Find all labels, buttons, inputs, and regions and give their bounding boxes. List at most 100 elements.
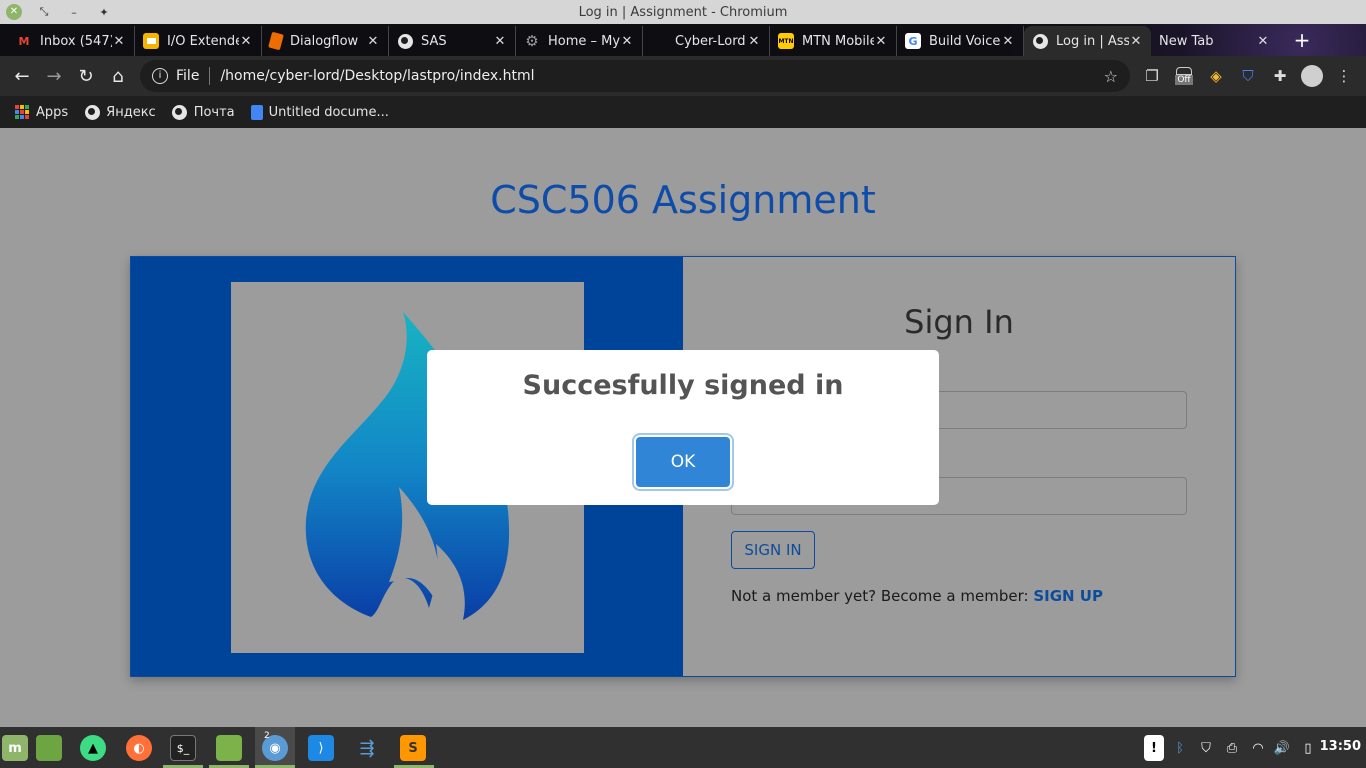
home-button[interactable]: ⌂ xyxy=(102,60,134,92)
bookmarks-bar: Apps Яндекс Почта Untitled docume... xyxy=(0,96,1366,128)
apps-grid-icon xyxy=(14,104,30,120)
tab-mtn[interactable]: MTN MTN Mobile ✕ xyxy=(770,26,897,56)
update-shield-icon[interactable]: ⛉ xyxy=(1196,735,1216,761)
close-tab-icon[interactable]: ✕ xyxy=(620,34,634,49)
globe-icon xyxy=(172,104,188,120)
taskbar: m ▲ ◐ $_ 2 ◉ ⟩ ⇶ S ! ᛒ ⛉ ⎙ ◠ 🔊 ▯ 13:50 xyxy=(0,727,1366,768)
extension-shield-icon[interactable]: ⛉ xyxy=(1234,60,1262,92)
show-desktop-icon[interactable] xyxy=(36,735,62,761)
browser-chrome: M Inbox (547) ✕ I/O Extended ✕ Dialogflo… xyxy=(0,24,1366,128)
battery-icon[interactable]: ▯ xyxy=(1298,735,1318,761)
address-separator xyxy=(209,67,211,85)
success-modal: Succesfully signed in OK xyxy=(427,350,939,505)
bookmark-yandex[interactable]: Яндекс xyxy=(84,104,156,120)
volume-icon[interactable]: 🔊 xyxy=(1272,735,1292,761)
bluetooth-icon[interactable]: ᛒ xyxy=(1170,735,1190,761)
tab-sas[interactable]: SAS ✕ xyxy=(389,26,516,56)
vscode-icon[interactable]: ⟩ xyxy=(308,735,334,761)
url-text[interactable]: /home/cyber-lord/Desktop/lastpro/index.h… xyxy=(220,68,534,84)
globe-icon xyxy=(1032,33,1048,49)
close-tab-icon[interactable]: ✕ xyxy=(1256,34,1270,49)
tab-new-tab[interactable]: New Tab ✕ xyxy=(1151,26,1278,56)
dialogflow-icon xyxy=(268,31,284,51)
globe-icon xyxy=(397,33,413,49)
firefox-icon[interactable]: ◐ xyxy=(126,735,152,761)
gmail-icon: M xyxy=(18,34,30,48)
reload-button[interactable]: ↻ xyxy=(70,60,102,92)
slides-icon xyxy=(143,33,159,49)
signup-link[interactable]: SIGN UP xyxy=(1033,587,1103,605)
tab-label: Dialogflow xyxy=(290,33,359,49)
docs-icon xyxy=(250,104,263,120)
blank-favicon-icon xyxy=(651,33,667,49)
bookmark-star-icon[interactable]: ☆ xyxy=(1104,67,1118,86)
git-tool-icon[interactable]: ⇶ xyxy=(354,735,380,761)
signin-title: Sign In xyxy=(904,303,1014,341)
site-info-icon[interactable]: i xyxy=(152,68,168,84)
android-studio-icon[interactable]: ▲ xyxy=(80,735,106,761)
google-icon: G xyxy=(905,33,921,49)
notification-icon[interactable]: ! xyxy=(1144,735,1164,761)
extension-off-icon[interactable]: Off xyxy=(1170,60,1198,92)
profile-avatar-icon[interactable] xyxy=(1298,60,1326,92)
terminal-icon[interactable]: $_ xyxy=(170,735,196,761)
address-bar[interactable]: i File /home/cyber-lord/Desktop/lastpro/… xyxy=(140,60,1130,92)
tab-label: New Tab xyxy=(1159,33,1214,49)
settings-icon: ⚙ xyxy=(525,32,539,50)
back-button[interactable]: ← xyxy=(6,60,38,92)
bookmark-apps[interactable]: Apps xyxy=(14,104,68,120)
member-prompt-text: Not a member yet? Become a member: xyxy=(731,587,1034,605)
menu-kebab-icon[interactable]: ⋮ xyxy=(1330,60,1358,92)
tab-inbox[interactable]: M Inbox (547) ✕ xyxy=(8,26,135,56)
extension-copy-icon[interactable]: ❐ xyxy=(1138,60,1166,92)
bookmark-mail[interactable]: Почта xyxy=(172,104,235,120)
tab-label: Log in | Assignment xyxy=(1056,33,1129,49)
ok-button[interactable]: OK xyxy=(636,437,730,487)
chromium-window-count: 2 xyxy=(264,731,270,741)
mint-menu-icon[interactable]: m xyxy=(2,735,28,761)
extension-binance-icon[interactable]: ◈ xyxy=(1202,60,1230,92)
wifi-icon[interactable]: ◠ xyxy=(1248,735,1268,761)
tab-label: Home – My xyxy=(548,33,620,49)
close-tab-icon[interactable]: ✕ xyxy=(1129,34,1143,49)
bookmark-label: Яндекс xyxy=(106,104,156,120)
chromium-icon[interactable]: 2 ◉ xyxy=(262,731,288,761)
scheme-label: File xyxy=(176,68,200,84)
tab-login-active[interactable]: Log in | Assignment ✕ xyxy=(1024,26,1151,56)
bookmark-label: Untitled docume... xyxy=(268,104,389,120)
extensions-puzzle-icon[interactable]: ✚ xyxy=(1266,60,1294,92)
close-tab-icon[interactable]: ✕ xyxy=(747,34,761,49)
tab-label: I/O Extended xyxy=(167,33,239,49)
sublime-text-icon[interactable]: S xyxy=(400,735,426,761)
mtn-icon: MTN xyxy=(778,33,794,49)
signin-button[interactable]: SIGN IN xyxy=(731,531,815,569)
tab-cyber-lord[interactable]: Cyber-Lord ✕ xyxy=(643,26,770,56)
member-prompt: Not a member yet? Become a member: SIGN … xyxy=(731,587,1103,605)
tab-io-extended[interactable]: I/O Extended ✕ xyxy=(135,26,262,56)
files-icon[interactable] xyxy=(216,735,242,761)
globe-icon xyxy=(84,104,100,120)
modal-title: Succesfully signed in xyxy=(522,370,844,401)
close-tab-icon[interactable]: ✕ xyxy=(112,34,126,49)
close-tab-icon[interactable]: ✕ xyxy=(1001,34,1015,49)
window-titlebar: ✕ ⤡ – ✦ Log in | Assignment - Chromium xyxy=(0,0,1366,24)
tab-label: Inbox (547) xyxy=(40,33,112,49)
close-tab-icon[interactable]: ✕ xyxy=(366,34,380,49)
close-tab-icon[interactable]: ✕ xyxy=(493,34,507,49)
forward-button[interactable]: → xyxy=(38,60,70,92)
printer-icon[interactable]: ⎙ xyxy=(1222,735,1242,761)
page-title: CSC506 Assignment xyxy=(490,178,876,222)
close-tab-icon[interactable]: ✕ xyxy=(239,34,253,49)
tab-home[interactable]: ⚙ Home – My ✕ xyxy=(516,26,643,56)
new-tab-button[interactable]: + xyxy=(1290,28,1314,52)
close-tab-icon[interactable]: ✕ xyxy=(874,34,888,49)
tab-label: Cyber-Lord xyxy=(675,33,746,49)
clock[interactable]: 13:50 xyxy=(1320,739,1361,754)
bookmark-label: Apps xyxy=(36,104,69,120)
bookmark-label: Почта xyxy=(193,104,235,120)
tab-dialogflow[interactable]: Dialogflow ✕ xyxy=(262,26,389,56)
bookmark-untitled-doc[interactable]: Untitled docume... xyxy=(250,104,389,120)
window-title: Log in | Assignment - Chromium xyxy=(578,4,788,20)
tab-build-voice[interactable]: G Build Voice ✕ xyxy=(897,26,1024,56)
extension-badge: Off xyxy=(1175,75,1193,85)
